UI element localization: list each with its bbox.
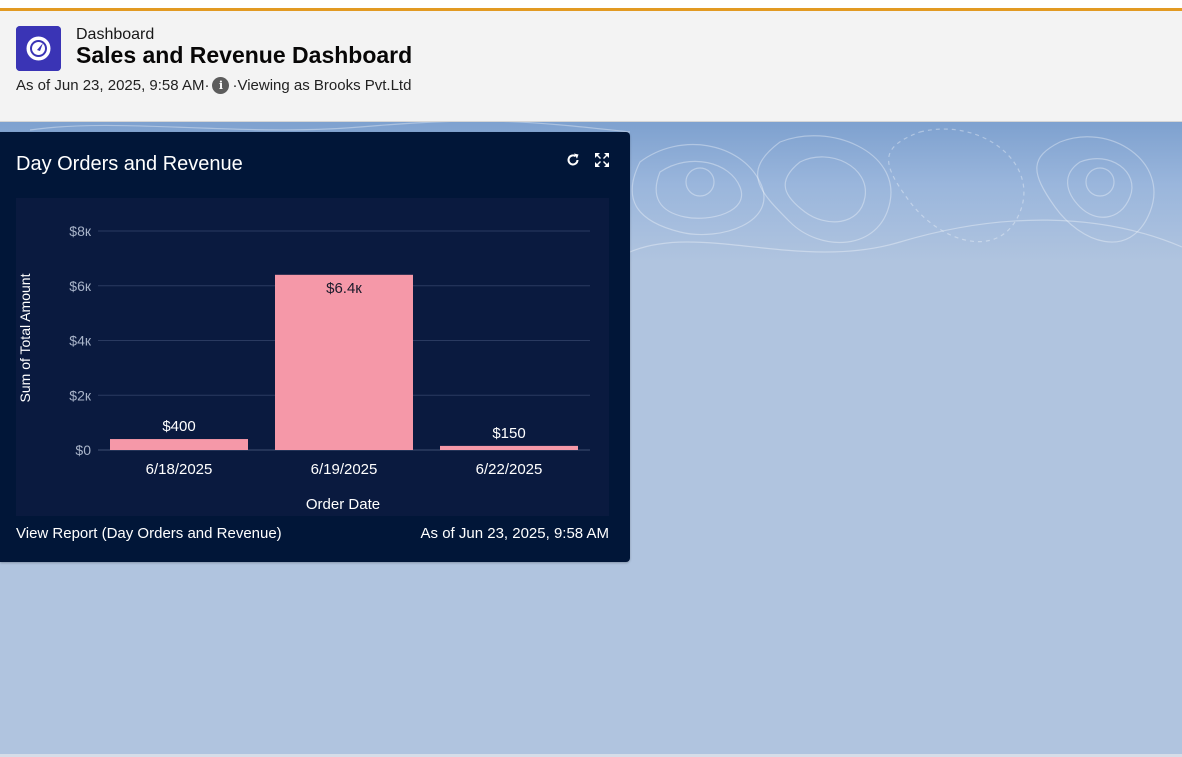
x-tick-label: 6/18/2025 [146, 461, 213, 478]
bar[interactable] [275, 274, 413, 450]
chart-area: $0 $2к $4к $6к $8к $400 6/18/2025 $6.4к 6/19/202… [16, 198, 609, 516]
card-timestamp: As of Jun 23, 2025, 9:58 AM [420, 525, 609, 542]
dashboard-gauge-icon [16, 26, 61, 71]
bar[interactable] [440, 445, 578, 450]
x-tick-label: 6/22/2025 [476, 461, 543, 478]
as-of-timestamp: As of Jun 23, 2025, 9:58 AM· [16, 77, 210, 94]
chart-card: Day Orders and Revenue $0 $2к $4к $6к $8к $40… [0, 132, 630, 562]
bar-data-label: $150 [492, 425, 525, 442]
y-tick-label: $0 [75, 442, 91, 458]
y-tick-label: $2к [69, 387, 92, 403]
y-tick-label: $8к [69, 223, 92, 239]
card-title: Day Orders and Revenue [16, 153, 243, 175]
bar[interactable] [110, 439, 248, 450]
info-icon[interactable]: i [212, 77, 230, 94]
y-tick-label: $6к [69, 278, 92, 294]
refresh-icon[interactable] [564, 151, 582, 169]
page-title: Sales and Revenue Dashboard [76, 42, 413, 68]
expand-icon[interactable] [593, 151, 611, 169]
top-accent-line [0, 0, 1182, 11]
view-report-link[interactable]: View Report (Day Orders and Revenue) [16, 525, 282, 542]
bar-data-label: $400 [162, 418, 195, 435]
header-subline: As of Jun 23, 2025, 9:58 AM· i ·Viewing … [16, 77, 411, 94]
dashboard-header: Dashboard Sales and Revenue Dashboard As… [0, 11, 1182, 122]
x-axis-title: Order Date [306, 496, 380, 513]
viewing-as-text: ·Viewing as Brooks Pvt.Ltd [232, 77, 412, 94]
bar-data-label: $6.4к [326, 280, 362, 297]
y-tick-label: $4к [69, 333, 92, 349]
bar-chart: $0 $2к $4к $6к $8к $400 6/18/2025 $6.4к 6/19/202… [17, 223, 590, 513]
y-axis-title: Sum of Total Amount [17, 273, 33, 402]
x-tick-label: 6/19/2025 [311, 461, 378, 478]
